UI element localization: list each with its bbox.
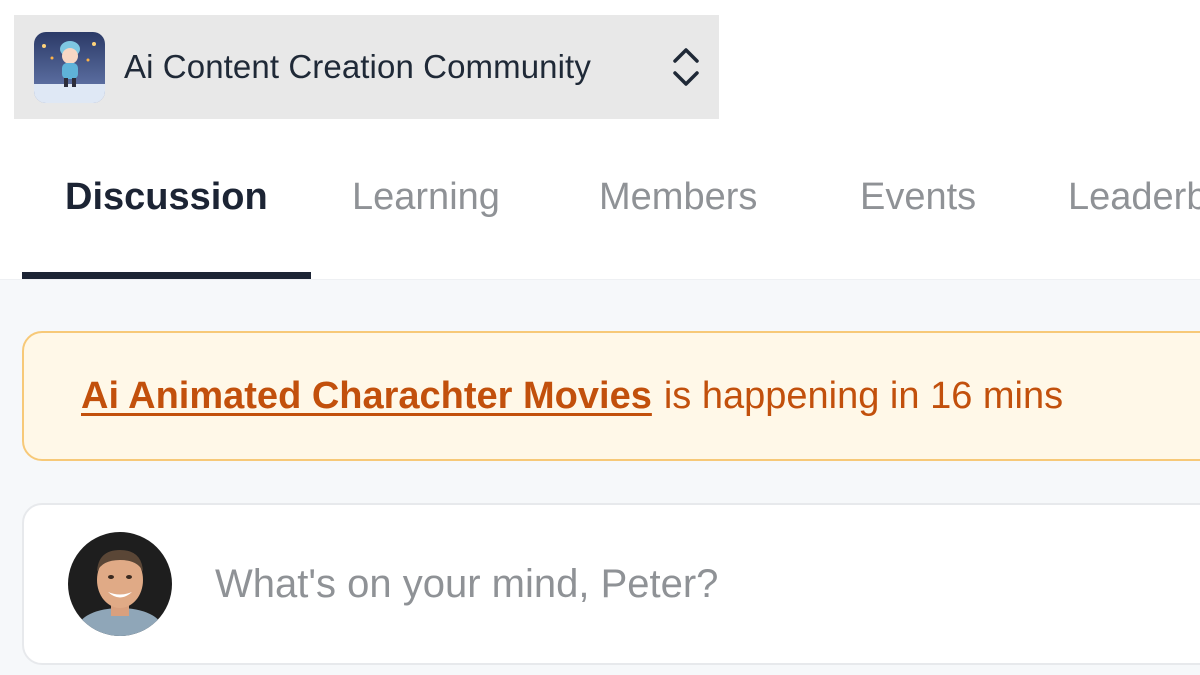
discussion-feed: Ai Animated Charachter Movies is happeni… [0,280,1200,675]
event-title-link[interactable]: Ai Animated Charachter Movies [81,375,652,418]
community-logo-icon [34,31,105,103]
post-composer-input[interactable] [215,561,1115,607]
tab-members[interactable]: Members [599,176,757,219]
upcoming-event-banner: Ai Animated Charachter Movies is happeni… [22,331,1200,461]
post-composer[interactable] [22,503,1200,665]
community-name: Ai Content Creation Community [124,48,591,85]
chevron-up-down-icon[interactable] [669,44,703,90]
community-tabs: Discussion Learning Members Events Leade… [0,120,1200,280]
user-avatar[interactable] [68,532,172,636]
tab-leaderboards[interactable]: Leaderboards [1068,176,1200,219]
active-tab-indicator [22,272,311,279]
community-switcher[interactable]: Ai Content Creation Community [14,15,719,119]
tab-events[interactable]: Events [860,176,976,219]
tab-learning[interactable]: Learning [352,176,500,219]
tab-discussion[interactable]: Discussion [65,176,268,219]
event-countdown-text: is happening in 16 mins [663,374,1064,417]
